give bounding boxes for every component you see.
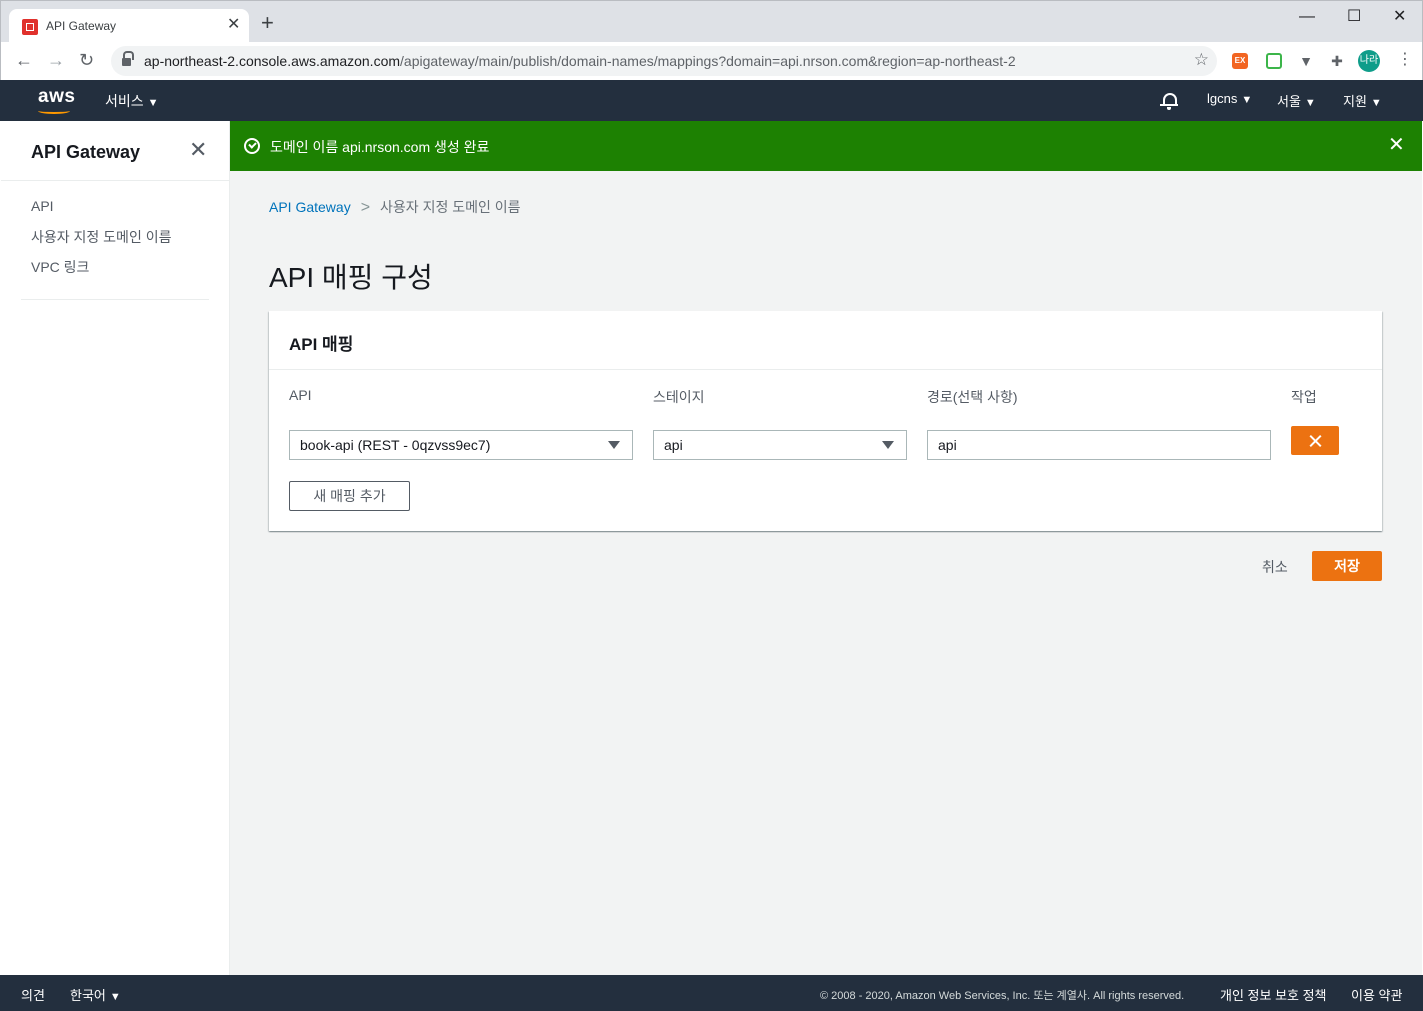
page-title: API 매핑 구성 [269,262,433,293]
breadcrumb-api-gateway[interactable]: API Gateway [269,199,351,215]
window-close-icon[interactable]: ✕ [1393,7,1406,27]
aws-logo[interactable]: aws [38,86,75,108]
notifications-bell-icon[interactable] [1160,91,1178,111]
services-menu[interactable]: 서비스 ▼ [105,91,159,111]
api-mapping-panel: API 매핑 API 스테이지 경로(선택 사항) 작업 book-api (R… [269,311,1382,531]
maximize-icon[interactable]: ☐ [1347,7,1361,27]
flash-message: 도메인 이름 api.nrson.com 생성 완료 [270,139,490,155]
column-label-api: API [289,387,312,403]
caret-down-icon [882,441,894,449]
divider [1,180,229,181]
browser-toolbar: ← → ↻ ap-northeast-2.console.aws.amazon.… [0,42,1423,80]
api-select-value: book-api (REST - 0qzvss9ec7) [300,437,491,453]
path-input[interactable] [927,430,1271,460]
address-bar[interactable]: ap-northeast-2.console.aws.amazon.com/ap… [111,46,1217,76]
sidebar-title[interactable]: API Gateway [31,142,140,163]
aws-top-nav: aws 서비스 ▼ lgcns ▼ 서울 ▼ 지원 ▼ [0,80,1423,121]
lock-icon [122,51,134,66]
puzzle-icon[interactable]: ✚ [1329,53,1345,69]
aws-smile-icon [38,108,70,114]
url-text[interactable]: ap-northeast-2.console.aws.amazon.com/ap… [144,53,1016,69]
vimeo-extension-icon[interactable]: ▼ [1298,53,1314,69]
feedback-link[interactable]: 의견 [21,985,45,1004]
ex-extension-icon[interactable]: EX [1232,53,1248,69]
region-menu[interactable]: 서울 ▼ [1277,91,1316,110]
chevron-right-icon: > [360,199,371,216]
new-tab-button[interactable]: + [261,12,274,34]
sidebar-item-api[interactable]: API [31,198,54,214]
reload-icon[interactable]: ↻ [79,50,94,70]
sidebar-close-icon[interactable]: ✕ [189,138,207,162]
copyright-text: © 2008 - 2020, Amazon Web Services, Inc.… [820,990,1185,1002]
panel-header: API 매핑 [269,311,1382,370]
green-extension-icon[interactable] [1266,53,1282,69]
browser-menu-icon[interactable]: ⋮ [1397,51,1413,69]
divider [21,299,209,300]
privacy-link[interactable]: 개인 정보 보호 정책 [1220,985,1327,1004]
column-label-path: 경로(선택 사항) [927,389,1018,405]
remove-mapping-button[interactable] [1291,426,1339,455]
stage-select[interactable]: api [653,430,907,460]
browser-tab[interactable]: API Gateway ✕ [9,9,249,43]
save-button[interactable]: 저장 [1312,551,1382,581]
caret-down-icon: ▼ [1241,94,1253,106]
column-label-action: 작업 [1291,389,1317,405]
caret-down-icon [608,441,620,449]
browser-tab-bar: API Gateway ✕ + — ☐ ✕ [0,0,1423,43]
breadcrumb-current: 사용자 지정 도메인 이름 [380,199,521,215]
forward-arrow-icon[interactable]: → [47,50,65,70]
sidebar-item-vpc-links[interactable]: VPC 링크 [31,257,89,277]
sidebar: API Gateway ✕ API 사용자 지정 도메인 이름 VPC 링크 [1,121,230,975]
stage-select-value: api [664,437,683,453]
tab-title: API Gateway [46,19,117,33]
profile-avatar[interactable]: 나라 [1358,50,1380,72]
tab-close-icon[interactable]: ✕ [227,16,240,34]
bookmark-star-icon[interactable]: ☆ [1194,50,1209,70]
api-select[interactable]: book-api (REST - 0qzvss9ec7) [289,430,633,460]
account-menu[interactable]: lgcns ▼ [1207,91,1252,106]
column-label-stage: 스테이지 [653,389,705,405]
api-gateway-favicon-icon [22,19,38,35]
footer: 의견 한국어 ▼ © 2008 - 2020, Amazon Web Servic… [0,975,1423,1011]
back-arrow-icon[interactable]: ← [15,50,33,70]
caret-down-icon: ▼ [1370,97,1382,109]
caret-down-icon: ▼ [1304,97,1316,109]
success-flash-banner: 도메인 이름 api.nrson.com 생성 완료 ✕ [230,121,1422,171]
minimize-icon[interactable]: — [1299,7,1315,27]
support-menu[interactable]: 지원 ▼ [1343,91,1382,110]
terms-link[interactable]: 이용 약관 [1351,985,1402,1004]
cancel-button[interactable]: 취소 [1262,557,1288,577]
caret-down-icon: ▼ [109,991,121,1003]
panel-title: API 매핑 [289,335,354,354]
check-circle-icon [244,138,260,154]
breadcrumb: API Gateway > 사용자 지정 도메인 이름 [269,197,521,217]
add-mapping-button[interactable]: 새 매핑 추가 [289,481,410,511]
sidebar-item-custom-domain-names[interactable]: 사용자 지정 도메인 이름 [31,227,171,247]
flash-close-icon[interactable]: ✕ [1388,134,1405,156]
main-content: 도메인 이름 api.nrson.com 생성 완료 ✕ API Gateway… [230,121,1422,975]
language-menu[interactable]: 한국어 ▼ [70,985,121,1004]
caret-down-icon: ▼ [147,97,159,109]
